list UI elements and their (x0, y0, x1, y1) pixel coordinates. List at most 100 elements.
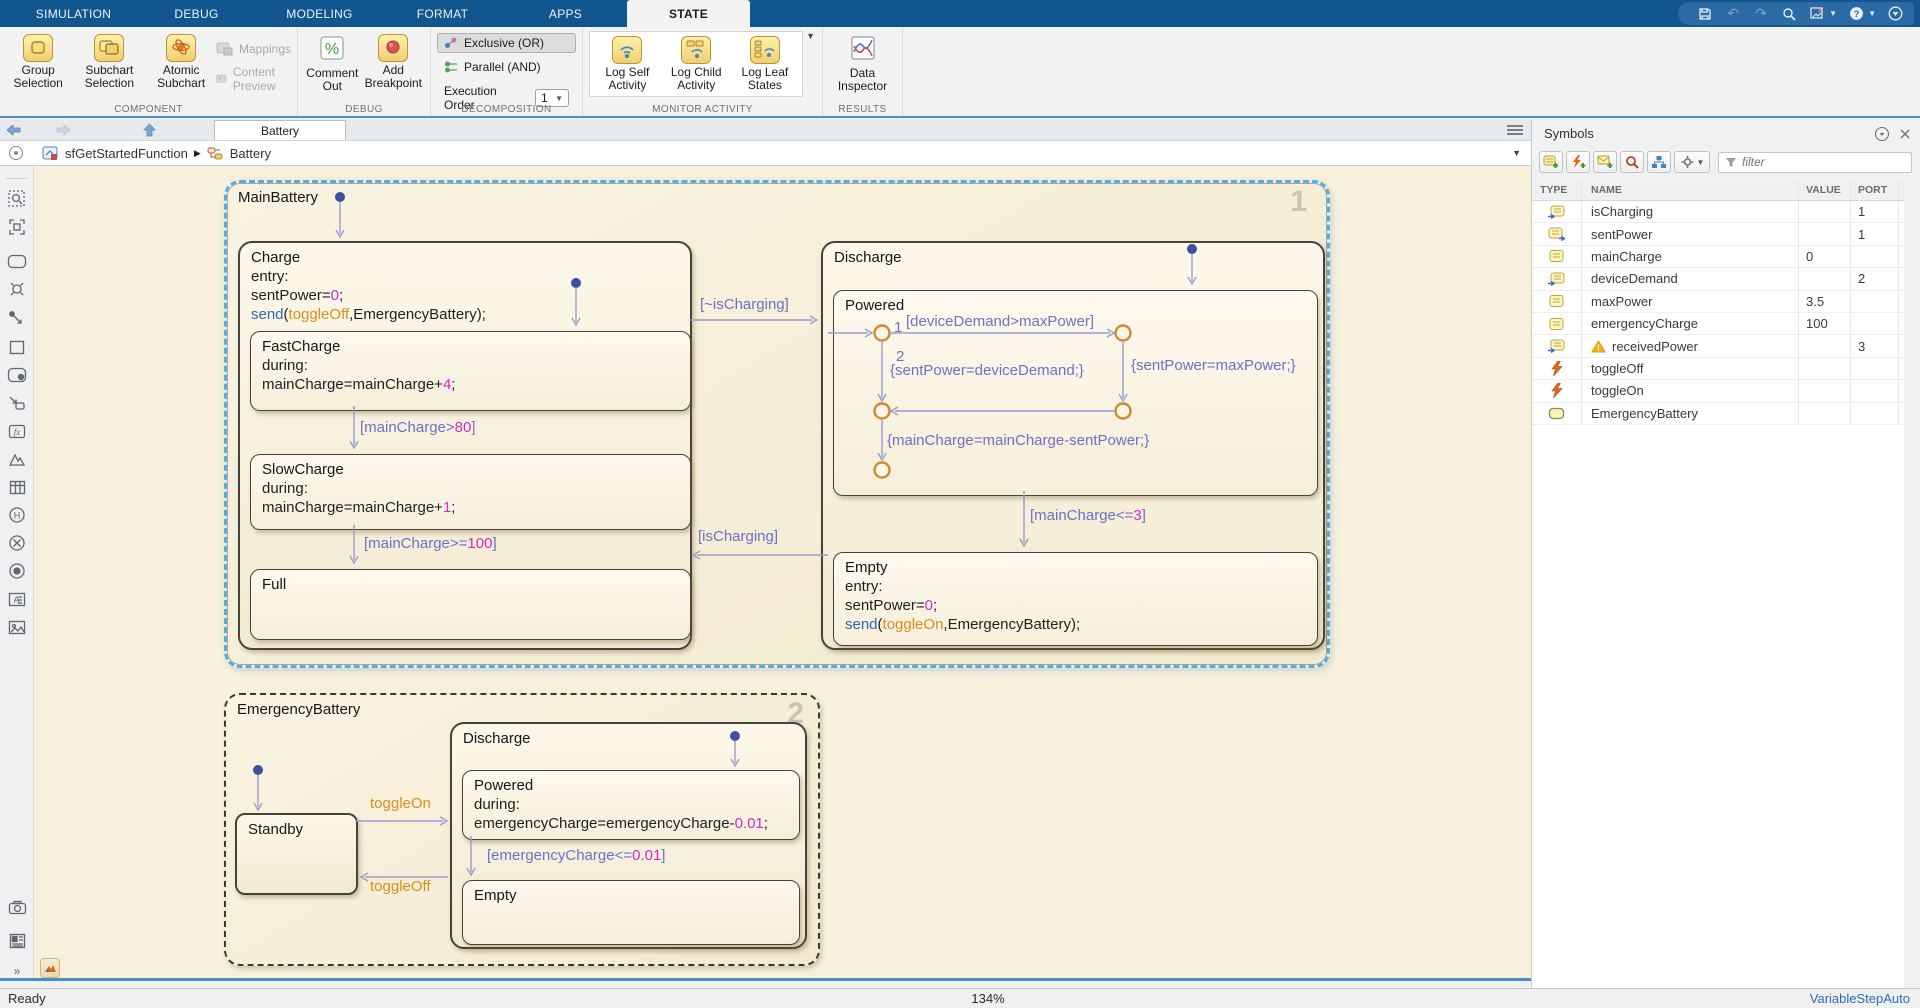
symbols-row-emergencyCharge[interactable]: emergencyCharge100 (1532, 313, 1904, 335)
symbol-value[interactable]: 3.5 (1806, 294, 1824, 309)
column-header-value[interactable]: VALUE (1799, 180, 1851, 200)
log-leaf-states-button[interactable]: Log Leaf States (734, 33, 796, 95)
add-data-button[interactable] (1539, 151, 1563, 173)
transition-order-1[interactable]: 1 (894, 319, 902, 336)
undo-icon[interactable]: ↶ (1724, 5, 1742, 23)
breadcrumb-model[interactable]: sfGetStartedFunction (65, 146, 188, 161)
search-icon[interactable] (1780, 5, 1798, 23)
simulink-function-icon[interactable]: fx (0, 418, 34, 444)
transition-label-maincharge-minus[interactable]: {mainCharge=mainCharge-sentPower;} (887, 432, 1149, 449)
matlab-badge-icon[interactable] (40, 958, 60, 978)
zoom-region-icon[interactable] (0, 186, 34, 212)
truth-table-icon[interactable] (0, 474, 34, 500)
transition-label-toggleoff[interactable]: toggleOff (370, 878, 431, 895)
explore-up-icon[interactable] (8, 145, 24, 161)
exclusive-or-button[interactable]: Exclusive (OR) (437, 33, 576, 53)
transition-label-devicedemand[interactable]: [deviceDemand>maxPower] (906, 313, 1094, 330)
box-tool-icon[interactable] (0, 334, 34, 360)
help-icon[interactable]: ? (1847, 5, 1865, 23)
link-subchart-icon[interactable] (0, 390, 34, 416)
nav-back-icon[interactable] (0, 120, 26, 140)
column-header-name[interactable]: NAME (1582, 180, 1799, 200)
breadcrumb-caret-icon[interactable]: ▼ (1512, 148, 1521, 158)
transition-label-maincharge-le-3[interactable]: [mainCharge<=3] (1030, 507, 1146, 524)
log-child-activity-button[interactable]: Log Child Activity (663, 33, 730, 95)
breadcrumb-chart[interactable]: Battery (230, 146, 271, 161)
chart-canvas[interactable]: MainBattery 1 Charge entry: sentPower=0;… (34, 166, 1531, 978)
redo-icon[interactable]: ↷ (1752, 5, 1770, 23)
hierarchy-view-button[interactable] (1647, 151, 1671, 173)
state-empty-eb[interactable]: Empty (462, 880, 800, 945)
symbols-row-isCharging[interactable]: isCharging1 (1532, 201, 1904, 223)
transition-label-sentpower-devicedemand[interactable]: {sentPower=deviceDemand;} (890, 362, 1084, 379)
state-charge[interactable]: Charge entry: sentPower=0; send(toggleOf… (238, 241, 692, 650)
help-caret-icon[interactable]: ▼ (1868, 9, 1876, 18)
state-emergencybattery[interactable]: EmergencyBattery 2 Standby Discharge Pow… (224, 693, 820, 966)
state-empty-main[interactable]: Empty entry: sentPower=0; send(toggleOn,… (833, 552, 1318, 646)
subchart-selection-button[interactable]: Subchart Selection (72, 31, 146, 93)
default-transition-icon[interactable] (0, 306, 34, 332)
add-message-button[interactable] (1593, 151, 1617, 173)
tab-apps[interactable]: APPS (504, 0, 627, 27)
group-selection-button[interactable]: Group Selection (6, 31, 70, 93)
state-standby[interactable]: Standby (235, 813, 358, 895)
symbols-row-toggleOn[interactable]: toggleOn (1532, 380, 1904, 402)
tab-state[interactable]: STATE (627, 0, 750, 27)
state-fastcharge[interactable]: FastCharge during: mainCharge=mainCharge… (250, 331, 691, 411)
screenshot-caret-icon[interactable]: ▼ (1829, 9, 1837, 18)
symbols-row-deviceDemand[interactable]: deviceDemand2 (1532, 268, 1904, 290)
image-icon[interactable] (0, 614, 34, 640)
settings-dropdown-button[interactable]: ▼ (1674, 151, 1710, 173)
add-breakpoint-button[interactable]: Add Breakpoint (363, 31, 424, 93)
palette-expand-icon[interactable]: » (0, 958, 34, 984)
resolve-symbols-button[interactable] (1620, 151, 1644, 173)
transition-label-is-charging[interactable]: [isCharging] (698, 528, 778, 545)
nav-up-icon[interactable] (136, 120, 162, 140)
symbols-row-EmergencyBattery[interactable]: EmergencyBattery (1532, 403, 1904, 425)
fit-to-view-icon[interactable] (0, 214, 34, 240)
state-powered-eb[interactable]: Powered during: emergencyCharge=emergenc… (462, 770, 800, 840)
column-header-port[interactable]: PORT (1851, 180, 1899, 200)
matlab-function-icon[interactable] (0, 446, 34, 472)
transition-label-emergencycharge[interactable]: [emergencyCharge<=0.01] (487, 847, 665, 864)
symbols-row-maxPower[interactable]: maxPower3.5 (1532, 291, 1904, 313)
nav-forward-icon[interactable] (50, 120, 76, 140)
status-solver[interactable]: VariableStepAuto (1810, 991, 1910, 1006)
screenshot-icon[interactable] (1808, 5, 1826, 23)
updates-icon[interactable] (1886, 5, 1904, 23)
tab-simulation[interactable]: SIMULATION (12, 0, 135, 27)
panel-menu-icon[interactable] (1874, 126, 1890, 142)
tab-modeling[interactable]: MODELING (258, 0, 381, 27)
transition-label-sentpower-maxpower[interactable]: {sentPower=maxPower;} (1131, 357, 1296, 374)
state-tool-icon[interactable] (0, 248, 34, 274)
entry-junction-icon[interactable] (0, 558, 34, 584)
doc-tab-battery[interactable]: Battery (214, 120, 346, 140)
content-preview-button[interactable]: Content Preview (216, 65, 291, 93)
state-full[interactable]: Full (250, 569, 691, 640)
comment-out-button[interactable]: % Comment Out (304, 31, 361, 96)
tab-format[interactable]: FORMAT (381, 0, 504, 27)
symbols-row-receivedPower[interactable]: !receivedPower3 (1532, 335, 1904, 357)
report-icon[interactable] (0, 928, 34, 954)
save-icon[interactable] (1696, 5, 1714, 23)
transition-label-maincharge-ge-100[interactable]: [mainCharge>=100] (364, 535, 497, 552)
transition-label-not-charging[interactable]: [~isCharging] (700, 296, 789, 313)
junction-cross-icon[interactable] (0, 530, 34, 556)
add-event-button[interactable] (1566, 151, 1590, 173)
tab-list-menu-icon[interactable] (1507, 125, 1523, 135)
monitor-more-caret-icon[interactable]: ▼ (805, 31, 816, 41)
camera-icon[interactable] (0, 894, 34, 920)
symbols-row-sentPower[interactable]: sentPower1 (1532, 223, 1904, 245)
log-self-activity-button[interactable]: Log Self Activity (596, 33, 659, 95)
mappings-button[interactable]: Mappings (216, 41, 291, 57)
symbols-row-toggleOff[interactable]: toggleOff (1532, 358, 1904, 380)
filter-input[interactable] (1742, 155, 1905, 169)
symbols-row-mainCharge[interactable]: mainCharge0 (1532, 246, 1904, 268)
tab-debug[interactable]: DEBUG (135, 0, 258, 27)
transition-label-maincharge-gt-80[interactable]: [mainCharge>80] (360, 419, 476, 436)
annotation-icon[interactable]: A (0, 586, 34, 612)
history-junction-icon[interactable]: H (0, 502, 34, 528)
data-inspector-button[interactable]: Data Inspector (829, 31, 896, 96)
symbol-value[interactable]: 0 (1806, 249, 1813, 264)
symbols-filter[interactable] (1718, 152, 1912, 173)
